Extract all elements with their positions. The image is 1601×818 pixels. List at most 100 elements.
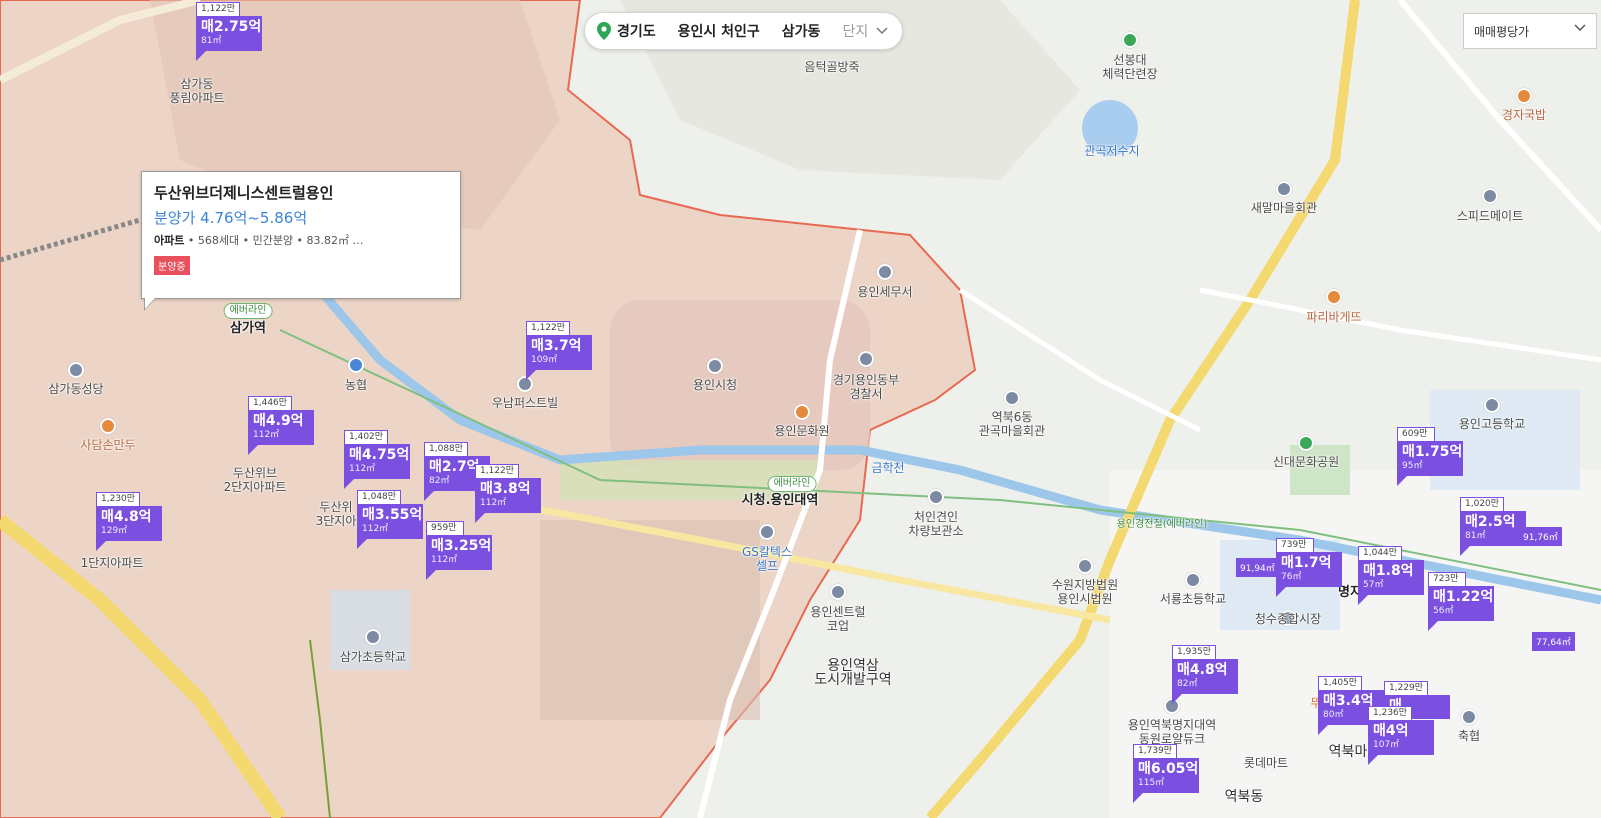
marker-area: 129㎡ [101, 526, 128, 536]
label-yongin-hs: 용인고등학교 [1458, 417, 1526, 431]
school-icon-2 [1484, 397, 1500, 413]
hall-icon-2 [1004, 390, 1020, 406]
label-danji1: 1단지아파트 [80, 556, 144, 570]
marker-area: 81㎡ [201, 36, 222, 46]
label-paris: 파리바게뜨 [1306, 310, 1362, 324]
label-samga-pungrim: 삼가동 풍림아파트 [169, 77, 225, 105]
price-marker[interactable]: 1,402만 매4.75억 112㎡ [344, 430, 410, 489]
label-samga-station[interactable]: 삼가역 [230, 322, 266, 336]
location-pin-icon [597, 22, 611, 40]
breadcrumb-city[interactable]: 용인시 처인구 [678, 21, 760, 41]
marker-pointer [526, 370, 536, 380]
price-marker[interactable]: 1,122만 매3.8억 112㎡ [475, 464, 541, 523]
marker-pointer [248, 445, 258, 455]
price-marker[interactable]: 1,122만 매2.75억 81㎡ [196, 2, 262, 61]
label-everline-samga: 에버라인 [223, 303, 273, 319]
label-doosan2: 두산위브 2단지아파트 [223, 466, 287, 494]
label-gyeongja: 경자국밥 [1501, 108, 1547, 122]
label-eumteok: 음턱골방죽 [804, 60, 860, 74]
price-marker[interactable]: 723만 매1.22억 56㎡ [1428, 572, 1494, 631]
price-marker[interactable]: 1,446만 매4.9억 112㎡ [248, 396, 314, 455]
gym-icon [1122, 32, 1138, 48]
bank-icon-2 [1461, 709, 1477, 725]
label-yongin-cityhall: 용인시청 [692, 378, 738, 392]
label-police: 경기용인동부 경찰서 [832, 373, 900, 401]
marker-price: 매1.8억 [1363, 563, 1414, 579]
price-marker[interactable]: 1,935만 매4.8억 82㎡ [1172, 645, 1238, 704]
label-wunam: 우남퍼스트빌 [491, 396, 559, 410]
label-everline-rail: 용인경전철(에버라인) [1116, 519, 1208, 530]
marker-price: 매1.7억 [1281, 555, 1332, 571]
marker-pointer [1133, 793, 1143, 803]
price-marker[interactable]: 739만 매1.7억 76㎡ [1276, 538, 1342, 597]
complex-info: 아파트 • 568세대 • 민간분양 • 83.82㎡ … [154, 232, 448, 248]
marker-price: 매3.8억 [480, 481, 531, 497]
marker-price: 매2.75억 [201, 19, 262, 35]
marker-area: 82㎡ [1177, 679, 1198, 689]
price-type-label: 매매평당가 [1474, 24, 1530, 39]
label-speedmate: 스피드메이트 [1456, 209, 1524, 223]
marker-unit-price: 1,405만 [1318, 676, 1363, 690]
label-samga-school: 삼가초등학교 [339, 650, 407, 664]
marker-pointer [1318, 725, 1328, 735]
label-everline-cityhall: 에버라인 [767, 476, 817, 492]
marker-area: 112㎡ [362, 524, 389, 534]
marker-price: 매3.7억 [531, 338, 582, 354]
label-center-court: 용인센트럴 코업 [810, 605, 866, 633]
marker-pointer [1397, 476, 1407, 486]
marker-area: 81㎡ [1465, 531, 1486, 541]
marker-area: 112㎡ [349, 464, 376, 474]
marker-area: 107㎡ [1373, 740, 1400, 750]
chevron-down-icon [1574, 24, 1586, 32]
marker-pointer [196, 51, 206, 61]
price-marker[interactable]: 959만 매3.25억 112㎡ [426, 521, 492, 580]
marker-area: 115㎡ [1138, 778, 1165, 788]
apartment-icon-2 [830, 584, 846, 600]
breadcrumb-complex[interactable]: 단지 [842, 21, 868, 41]
marker-area: 56㎡ [1433, 606, 1454, 616]
marker-price: 매6.05억 [1138, 761, 1199, 777]
marker-price: 매1.75억 [1402, 444, 1463, 460]
price-marker[interactable]: 1,122만 매3.7억 109㎡ [526, 321, 592, 380]
marker-unit-price: 739만 [1276, 538, 1314, 552]
label-lotte: 롯데마트 [1243, 756, 1289, 770]
price-marker[interactable]: 1,236만 매4억 107㎡ [1368, 706, 1434, 765]
marker-unit-price: 1,402만 [344, 430, 389, 444]
map-canvas[interactable]: 삼가동 풍림아파트 에버라인 삼가역 삼가동성당 농협 사담손만두 두산위브 2… [0, 0, 1601, 818]
area-chip[interactable]: 91,76㎡ [1519, 527, 1562, 546]
label-yeokbuk-dongwon: 용인역북명지대역 동원로얄듀크 [1127, 718, 1217, 746]
marker-pointer [1172, 694, 1182, 704]
label-yeokbuk: 역북동 [1224, 789, 1264, 805]
label-chukhyeop: 축협 [1457, 729, 1481, 743]
complex-info-popup[interactable]: 두산위브더제니스센트럴용인 분양가 4.76억~5.86억 아파트 • 568세… [141, 171, 461, 311]
price-marker[interactable]: 1,044만 매1.8억 57㎡ [1358, 546, 1424, 605]
label-cityhall-station[interactable]: 시청.용인대역 [742, 494, 819, 508]
breadcrumb-dong[interactable]: 삼가동 [782, 21, 821, 41]
marker-price: 매4.9억 [253, 413, 304, 429]
chevron-down-icon[interactable] [876, 27, 888, 35]
complex-name: 두산위브더제니스센트럴용인 [154, 184, 334, 202]
marker-pointer [344, 479, 354, 489]
marker-pointer [1358, 595, 1368, 605]
breadcrumb-province[interactable]: 경기도 [617, 21, 656, 41]
area-chip[interactable]: 91,94㎡ [1236, 558, 1279, 577]
complex-details: • 568세대 • 민간분양 • 83.82㎡ … [187, 234, 364, 247]
price-type-select[interactable]: 매매평당가 [1463, 13, 1597, 49]
price-marker[interactable]: 609만 매1.75억 95㎡ [1397, 427, 1463, 486]
church-icon [68, 362, 84, 378]
price-marker[interactable]: 1,048만 매3.55억 112㎡ [357, 490, 423, 549]
marker-pointer [426, 570, 436, 580]
price-marker[interactable]: 1,230만 매4.8억 129㎡ [96, 492, 162, 551]
label-nonghyup: 농협 [344, 378, 368, 392]
restaurant-icon [100, 418, 116, 434]
marker-area: 112㎡ [480, 498, 507, 508]
price-marker[interactable]: 1,020만 매2.5억 81㎡ [1460, 497, 1526, 556]
label-yeokbuk6: 역북6동 관곡마을회관 [978, 410, 1046, 438]
label-yeokbukma: 역북마 [1328, 744, 1368, 760]
marker-price: 매4.8억 [1177, 662, 1228, 678]
popup-pointer-inner [145, 298, 155, 309]
label-culture: 용인문화원 [774, 424, 830, 438]
area-chip[interactable]: 77,64㎡ [1532, 632, 1575, 651]
price-marker[interactable]: 1,739만 매6.05억 115㎡ [1133, 744, 1199, 803]
tax-office-icon [877, 264, 893, 280]
